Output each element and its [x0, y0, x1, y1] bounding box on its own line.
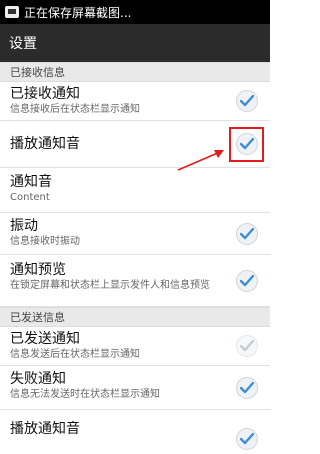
section-header-received: 已接收信息 [0, 62, 270, 82]
setting-subtitle: Content [10, 192, 50, 203]
checkbox-checked-icon[interactable] [236, 222, 258, 245]
checkbox-checked-icon[interactable] [236, 133, 258, 155]
setting-notification-preview[interactable]: 通知预览 在锁定屏幕和状态栏上显示发件人和信息预览 [0, 255, 270, 307]
checkbox-checked-icon[interactable] [236, 428, 258, 450]
setting-subtitle: 信息发送后在状态栏显示通知 [10, 349, 140, 360]
setting-title: 通知预览 [10, 262, 66, 278]
checkbox-checked-icon[interactable] [236, 90, 258, 112]
status-text: 正在保存屏幕截图... [24, 5, 132, 20]
title-bar: 设置 [0, 24, 270, 62]
setting-subtitle: 信息接收后在状态栏显示通知 [10, 104, 140, 115]
setting-failed-notification[interactable]: 失败通知 信息无法发送时在状态栏显示通知 [0, 366, 270, 410]
setting-title: 播放通知音 [10, 421, 80, 437]
setting-title: 通知音 [10, 174, 52, 190]
setting-title: 振动 [10, 218, 38, 234]
setting-subtitle: 信息无法发送时在状态栏显示通知 [10, 389, 160, 400]
settings-list: 已接收信息 已接收通知 信息接收后在状态栏显示通知 播放通知音 通知音 Cont… [0, 62, 270, 454]
setting-title: 已发送通知 [10, 331, 80, 347]
setting-sent-notification[interactable]: 已发送通知 信息发送后在状态栏显示通知 [0, 327, 270, 366]
section-header-sent: 已发送信息 [0, 307, 270, 327]
setting-vibrate[interactable]: 振动 信息接收时振动 [0, 213, 270, 255]
annotation-arrow-icon [177, 150, 224, 171]
setting-notification-sound[interactable]: 通知音 Content [0, 168, 270, 213]
status-bar: 正在保存屏幕截图... [0, 0, 270, 24]
setting-subtitle: 信息接收时振动 [10, 236, 80, 247]
checkbox-checked-icon[interactable] [236, 335, 258, 357]
screenshot-icon [5, 6, 19, 18]
checkbox-checked-icon[interactable] [236, 376, 258, 399]
setting-subtitle: 在锁定屏幕和状态栏上显示发件人和信息预览 [10, 280, 210, 291]
checkbox-checked-icon[interactable] [236, 269, 258, 292]
setting-title: 失败通知 [10, 371, 66, 387]
setting-play-notification-sound[interactable]: 播放通知音 [0, 121, 270, 168]
setting-title: 已接收通知 [10, 86, 80, 102]
setting-received-notification[interactable]: 已接收通知 信息接收后在状态栏显示通知 [0, 82, 270, 121]
setting-play-sent-sound[interactable]: 播放通知音 [0, 410, 270, 454]
page-title: 设置 [9, 36, 37, 52]
